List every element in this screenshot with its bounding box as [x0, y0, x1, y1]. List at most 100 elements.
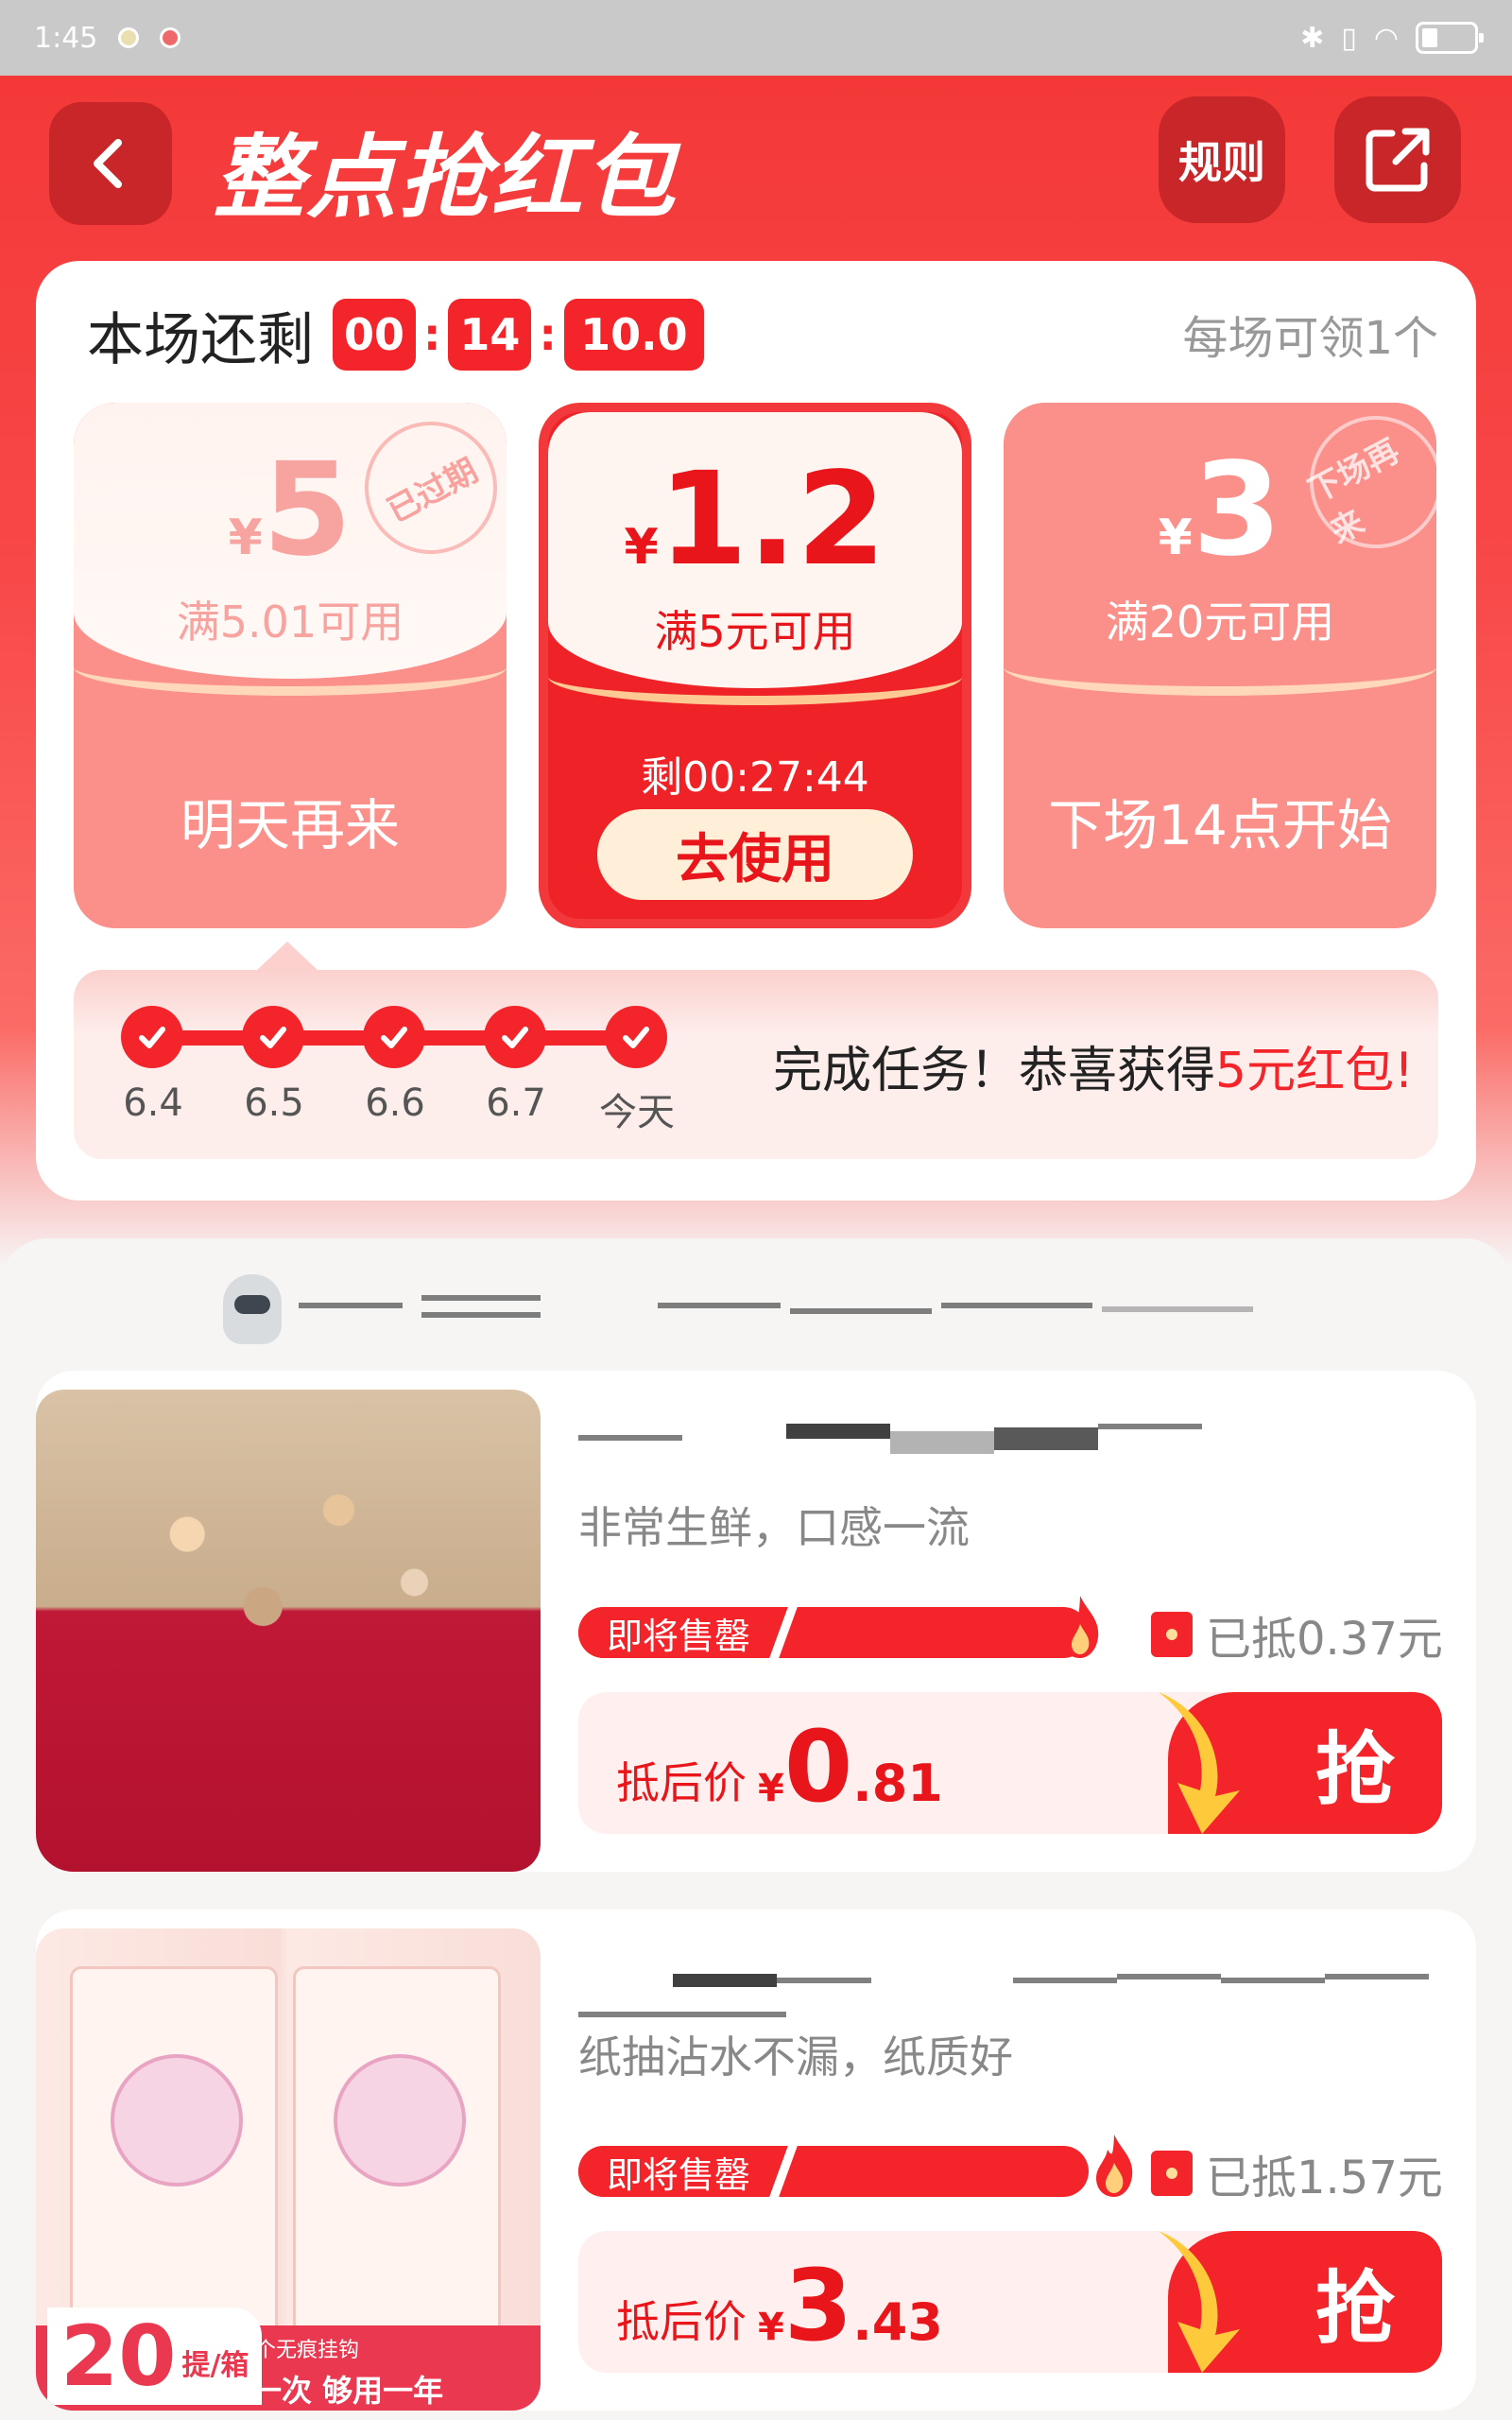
vibrate-icon: ▯ [1341, 21, 1357, 55]
price-row: 抵后价 ¥0.81 抢 [578, 1692, 1442, 1834]
day-label: 6.6 [365, 1081, 425, 1125]
coupon-status: 明天再来 [180, 793, 400, 857]
promo-unit: 提/箱 [181, 2349, 249, 2383]
price-integer: 0 [783, 1709, 853, 1824]
bear-illustration [334, 2054, 466, 2187]
check-icon [484, 1006, 546, 1068]
promo-number: 20 [60, 2308, 177, 2405]
blurred-text [941, 1303, 1092, 1308]
price-value: ¥3.43 [758, 2248, 943, 2363]
deduction-amount: 已抵0.37元 [1206, 1613, 1443, 1666]
notification-icon [160, 27, 181, 48]
blurred-text [1102, 1306, 1253, 1312]
price-label: 抵后价 [616, 1757, 747, 1808]
currency-symbol: ¥ [228, 510, 263, 566]
blurred-text [421, 1295, 541, 1301]
rules-button[interactable]: 规则 [1159, 96, 1285, 223]
day-label: 6.7 [486, 1081, 546, 1125]
blurred-text [421, 1312, 541, 1318]
wifi-icon: ◠ [1373, 21, 1399, 55]
day-label: 今天 [599, 1091, 675, 1134]
product-card[interactable]: 非常生鲜，口感一流 即将售罄 已抵0.37元 抵后价 ¥0.81 抢 [36, 1371, 1476, 1872]
share-icon [1366, 128, 1430, 192]
tissue-box [293, 1966, 501, 2344]
task-pointer [255, 942, 319, 972]
per-session-note: 每场可领1个 [1182, 312, 1438, 365]
coupon-condition: 满20元可用 [1105, 596, 1335, 648]
day-label: 6.4 [123, 1081, 183, 1125]
currency-symbol: ¥ [624, 519, 659, 576]
price-integer: 3 [783, 2248, 853, 2363]
back-button[interactable] [49, 102, 172, 225]
stock-bar: 即将售罄 [578, 1607, 1089, 1658]
blurred-text [790, 1308, 932, 1314]
tissue-box [70, 1966, 278, 2344]
mascot-avatar [223, 1274, 282, 1344]
top-bar: 整点抢红包 规则 [0, 76, 1512, 265]
coupon-condition: 满5.01可用 [176, 596, 404, 648]
timer-separator: : [423, 309, 441, 360]
chevron-left-icon [94, 139, 122, 188]
check-icon [363, 1006, 425, 1068]
fire-icon [1062, 1596, 1099, 1658]
product-description: 纸抽沾水不漏，纸质好 [578, 2031, 1013, 2083]
coupon-expired: ¥5 满5.01可用 已过期 明天再来 [74, 403, 507, 928]
product-card[interactable]: 送4个无痕挂钩 买一次 够用一年 20 提/箱 纸抽沾水不漏，纸质好 即将售罄 已… [36, 1910, 1476, 2411]
product-title [578, 1955, 1448, 2017]
arrow-swoosh-icon [1159, 1692, 1240, 1834]
day-label: 6.5 [244, 1081, 304, 1125]
coupon-upcoming: ¥3 满20元可用 下场再来 下场14点开始 [1004, 403, 1436, 928]
red-packet-card: 本场还剩 00 : 14 : 10.0 每场可领1个 ¥5 满5.01可用 已过… [36, 261, 1476, 1201]
task-message: 完成任务！恭喜获得5元红包! [773, 1030, 1414, 1101]
timer-label: 本场还剩 [87, 306, 314, 373]
blurred-text [658, 1303, 781, 1308]
deduction-amount: 已抵1.57元 [1206, 2152, 1443, 2204]
timer-minutes: 14 [448, 299, 532, 371]
share-button[interactable] [1334, 96, 1461, 223]
timer-separator: : [539, 309, 557, 360]
bluetooth-icon: ✱ [1300, 21, 1325, 55]
stock-bar: 即将售罄 [578, 2146, 1089, 2197]
coupon-value: 5 [262, 436, 352, 585]
coupon-condition: 满5元可用 [654, 606, 856, 657]
coupon-value: 1.2 [658, 445, 886, 595]
coupon-countdown: 剩00:27:44 [641, 753, 869, 802]
product-list: 非常生鲜，口感一流 即将售罄 已抵0.37元 抵后价 ¥0.81 抢 送4个无痕… [0, 1238, 1512, 2420]
notification-icon [118, 27, 140, 48]
battery-icon [1416, 22, 1484, 54]
status-bar: 1:45 ✱ ▯ ◠ [0, 0, 1512, 76]
product-description: 非常生鲜，口感一流 [578, 1502, 970, 1553]
price-row: 抵后价 ¥3.43 抢 [578, 2231, 1442, 2373]
timer-seconds: 10.0 [563, 299, 704, 371]
product-image: 送4个无痕挂钩 买一次 够用一年 20 提/箱 [36, 1928, 541, 2411]
check-icon [121, 1006, 183, 1068]
product-title [578, 1416, 1448, 1463]
check-icon [242, 1006, 304, 1068]
promo-badge: 20 提/箱 [47, 2308, 263, 2405]
fire-icon [1096, 2135, 1133, 2197]
arrow-swoosh-icon [1159, 2231, 1240, 2373]
status-time: 1:45 [34, 21, 98, 55]
bear-illustration [111, 2054, 243, 2187]
coupon-amount: ¥1.2 [548, 456, 962, 584]
coupon-active: ¥1.2 满5元可用 剩00:27:44 去使用 [539, 403, 971, 928]
red-envelope-icon [1151, 1612, 1193, 1657]
check-icon [605, 1006, 667, 1068]
timer-hours: 00 [333, 299, 417, 371]
task-reward: 5元红包! [1215, 1043, 1414, 1099]
price-label: 抵后价 [616, 2296, 747, 2347]
session-timer: 本场还剩 00 : 14 : 10.0 [87, 295, 704, 374]
use-coupon-button[interactable]: 去使用 [597, 809, 913, 900]
price-decimal: .81 [852, 1754, 943, 1813]
deduction-info: 已抵0.37元 [1151, 1601, 1443, 1668]
stock-label: 即将售罄 [578, 2146, 780, 2197]
price-value: ¥0.81 [758, 1709, 943, 1824]
winner-marquee [223, 1274, 1281, 1359]
deduction-info: 已抵1.57元 [1151, 2140, 1443, 2206]
coupon-value: 3 [1192, 436, 1282, 585]
stock-label: 即将售罄 [578, 1607, 780, 1658]
currency-symbol: ¥ [1158, 510, 1193, 566]
blurred-text [299, 1303, 403, 1308]
price-decimal: .43 [852, 2292, 943, 2352]
product-image [36, 1390, 541, 1872]
